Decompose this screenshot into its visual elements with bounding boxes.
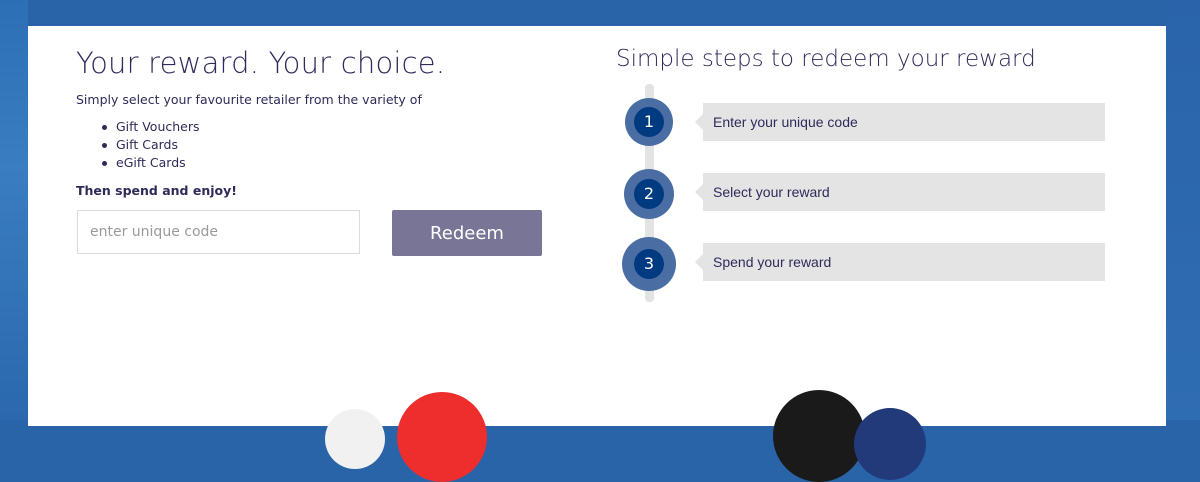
step-3-box: Spend your reward xyxy=(695,243,1105,281)
step-1-number: 1 xyxy=(634,107,664,137)
option-gift-vouchers: Gift Vouchers xyxy=(102,119,200,134)
retailer-logo-white[interactable] xyxy=(325,409,385,469)
unique-code-input[interactable] xyxy=(77,210,360,254)
step-1-badge: 1 xyxy=(625,98,673,146)
redeem-button[interactable]: Redeem xyxy=(392,210,542,256)
step-2-number: 2 xyxy=(634,179,664,209)
retailer-logo-navy[interactable] xyxy=(854,408,926,480)
intro-text: Simply select your favourite retailer fr… xyxy=(76,92,422,107)
reward-options-list: Gift Vouchers Gift Cards eGift Cards xyxy=(76,118,200,172)
step-1-box: Enter your unique code xyxy=(695,103,1105,141)
retailer-logo-red[interactable] xyxy=(397,392,487,482)
steps-title: Simple steps to redeem your reward xyxy=(616,46,1036,72)
background-right xyxy=(1166,0,1200,420)
background-left xyxy=(0,0,28,420)
spend-enjoy-text: Then spend and enjoy! xyxy=(76,183,237,198)
headline: Your reward. Your choice. xyxy=(76,46,446,80)
step-2-box: Select your reward xyxy=(695,173,1105,211)
reward-card: Your reward. Your choice. Simply select … xyxy=(28,26,1166,482)
step-3-badge: 3 xyxy=(622,237,676,291)
option-egift-cards: eGift Cards xyxy=(102,154,200,172)
retailer-logo-black[interactable] xyxy=(773,390,865,482)
step-3-number: 3 xyxy=(634,249,664,279)
option-gift-cards: Gift Cards xyxy=(102,136,200,154)
step-2-badge: 2 xyxy=(624,169,674,219)
